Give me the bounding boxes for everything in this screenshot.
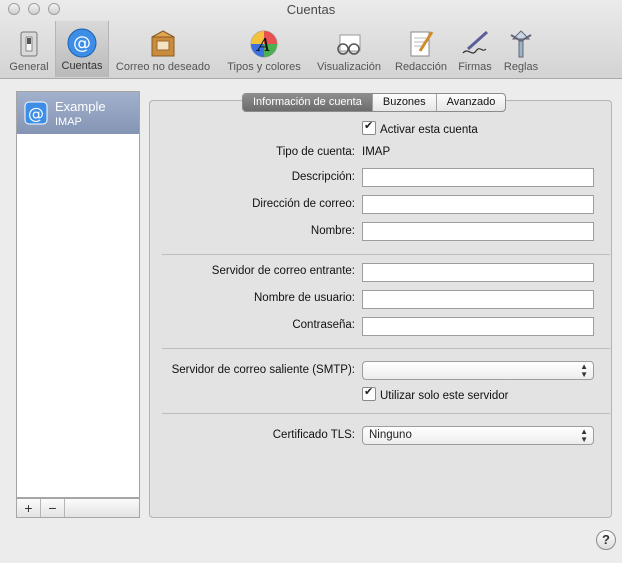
switch-icon (20, 31, 38, 57)
toolbar-tipos-y-colores[interactable]: A Tipos y colores (222, 25, 306, 75)
tls-certificate-select[interactable]: Ninguno ▲ ▼ (362, 426, 594, 445)
toolbar-firmas[interactable]: Firmas (454, 25, 496, 75)
viewing-glasses-icon (337, 34, 361, 55)
account-name: Example (55, 99, 106, 114)
divider (162, 413, 610, 414)
account-list[interactable]: @ Example IMAP (16, 91, 140, 498)
incoming-server-field[interactable] (362, 263, 594, 282)
account-row-example[interactable]: @ Example IMAP (17, 92, 139, 134)
only-this-server-checkbox[interactable]: Utilizar solo este servidor (362, 385, 508, 402)
toolbar-general[interactable]: General (6, 25, 52, 75)
account-details-panel (149, 100, 612, 518)
description-field[interactable] (362, 168, 594, 187)
title-bar: Cuentas General @ Cuentas Correo no dese… (0, 0, 622, 79)
tab-informacion-de-cuenta[interactable]: Información de cuenta (243, 94, 373, 111)
add-account-button[interactable]: + (17, 499, 41, 517)
tab-buzones[interactable]: Buzones (373, 94, 437, 111)
preferences-window: Cuentas General @ Cuentas Correo no dese… (0, 0, 622, 563)
toolbar-redaccion[interactable]: Redacción (392, 25, 450, 75)
signature-pen-icon (462, 30, 489, 54)
checkbox-checked-icon (362, 119, 376, 135)
up-down-arrows-icon: ▲ ▼ (580, 362, 588, 379)
rules-icon (510, 30, 532, 58)
svg-text:A: A (256, 35, 271, 56)
account-tabs: Información de cuenta Buzones Avanzado (242, 93, 507, 112)
account-list-footer: + − (16, 498, 140, 518)
help-button[interactable]: ? (596, 530, 616, 550)
toolbar-cuentas[interactable]: @ Cuentas (55, 21, 109, 77)
smtp-label: Servidor de correo saliente (SMTP): (171, 364, 355, 376)
toolbar: General @ Cuentas Correo no deseado A Ti… (0, 21, 622, 77)
divider (162, 254, 610, 255)
email-field[interactable] (362, 195, 594, 214)
password-label: Contraseña: (292, 319, 355, 331)
description-label: Descripción: (291, 171, 355, 183)
window-title: Cuentas (286, 2, 336, 17)
smtp-select[interactable]: ▲ ▼ (362, 361, 594, 380)
username-label: Nombre de usuario: (254, 292, 355, 304)
checkbox-checked-icon (362, 385, 376, 401)
fonts-colors-icon: A (250, 30, 278, 58)
toolbar-visualizacion[interactable]: Visualización (312, 25, 386, 75)
tab-avanzado[interactable]: Avanzado (437, 94, 506, 111)
svg-text:@: @ (73, 33, 91, 54)
account-type-label: Tipo de cuenta: (276, 146, 355, 158)
divider (162, 348, 610, 349)
composing-icon (410, 31, 434, 57)
up-down-arrows-icon: ▲ ▼ (580, 427, 588, 444)
toolbar-reglas[interactable]: Reglas (500, 25, 542, 75)
name-label: Nombre: (310, 225, 355, 237)
password-field[interactable] (362, 317, 594, 336)
remove-account-button[interactable]: − (41, 499, 65, 517)
name-field[interactable] (362, 222, 594, 241)
account-type: IMAP (55, 116, 82, 128)
at-icon: @ (24, 101, 48, 125)
account-type-value: IMAP (362, 146, 391, 158)
tls-certificate-label: Certificado TLS: (272, 429, 355, 441)
activate-account-checkbox[interactable]: Activar esta cuenta (362, 119, 478, 136)
username-field[interactable] (362, 290, 594, 309)
junk-mail-icon (151, 30, 175, 57)
at-icon: @ (67, 28, 97, 58)
incoming-server-label: Servidor de correo entrante: (211, 265, 355, 277)
email-label: Dirección de correo: (252, 198, 355, 210)
tls-certificate-value: Ninguno (369, 429, 412, 441)
toolbar-correo-no-deseado[interactable]: Correo no deseado (111, 25, 215, 75)
svg-text:@: @ (28, 104, 44, 123)
